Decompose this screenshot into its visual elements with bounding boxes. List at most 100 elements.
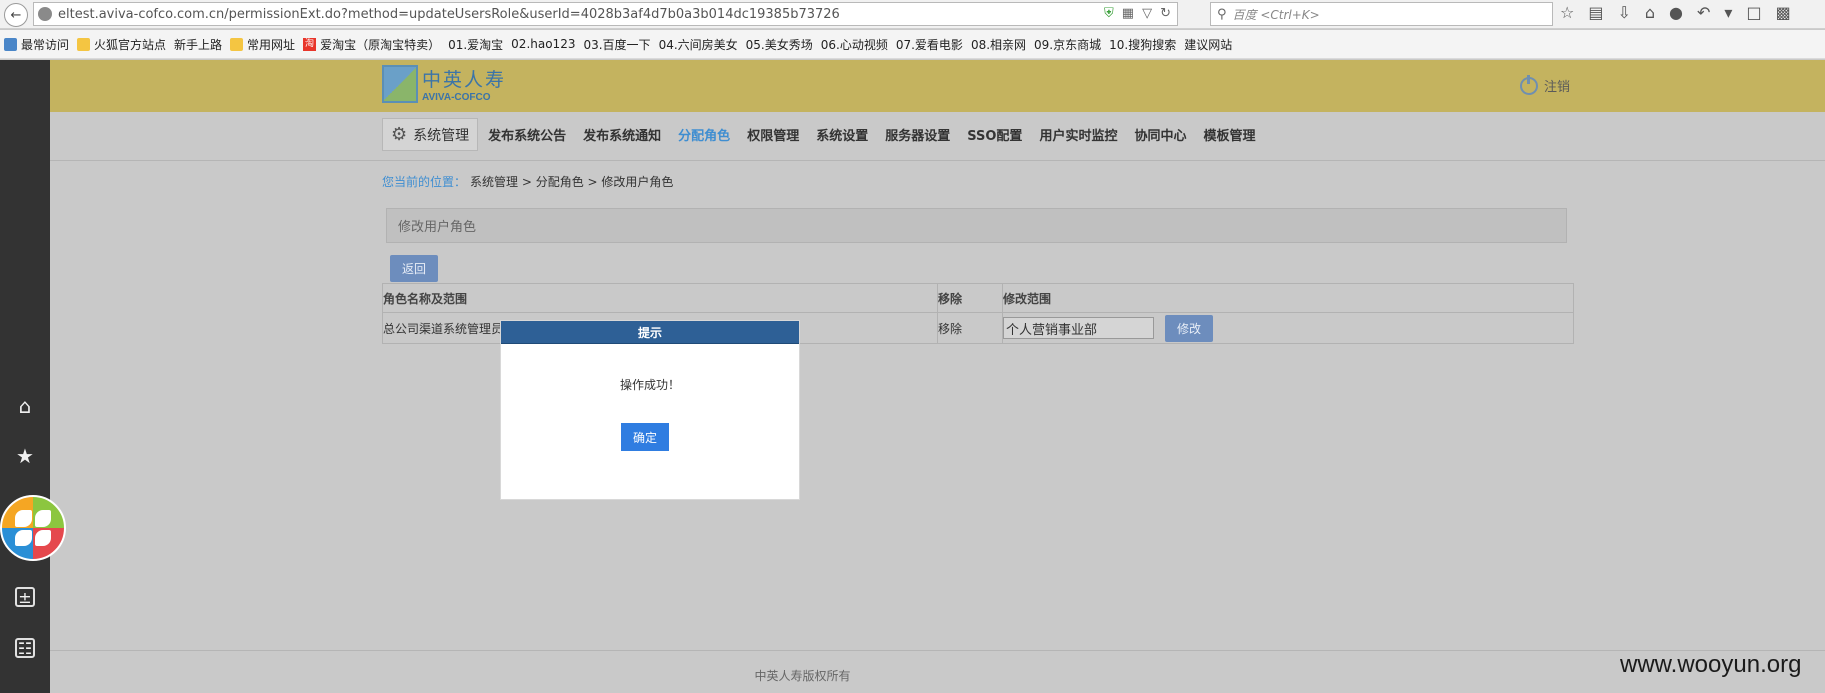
- clipboard-icon[interactable]: ▤: [1588, 3, 1603, 22]
- bookmark-item[interactable]: 最常访问: [4, 36, 69, 53]
- range-input[interactable]: [1003, 317, 1154, 339]
- watermark-text: www.wooyun.org: [1620, 651, 1802, 678]
- bookmark-label: 火狐官方站点: [94, 37, 167, 52]
- bookmark-item[interactable]: 09.京东商城: [50, 36, 1102, 103]
- menu-item[interactable]: 发布系统公告: [488, 125, 566, 144]
- bookmark-label: 01.爱淘宝: [448, 37, 504, 52]
- address-url: eltest.aviva-cofco.com.cn/permissionExt.…: [58, 6, 840, 22]
- brand-logo[interactable]: 中英人寿 AVIVA-COFCO: [382, 65, 506, 103]
- remove-link[interactable]: 移除: [938, 313, 1003, 343]
- logout-label: 注销: [1544, 80, 1571, 95]
- bookmark-item[interactable]: 建议网站: [50, 36, 1233, 103]
- bookmark-item[interactable]: 10.搜狗搜索: [50, 36, 1177, 103]
- bookmark-label: 03.百度一下: [583, 37, 651, 52]
- column-header-role: 角色名称及范围: [383, 284, 938, 312]
- dialog-title: 提示: [501, 321, 799, 344]
- menu-item[interactable]: 分配角色: [678, 125, 730, 144]
- browser-toolbar: ← eltest.aviva-cofco.com.cn/permissionEx…: [0, 0, 1825, 29]
- menu-dropdown-icon[interactable]: ▾: [1724, 3, 1732, 22]
- copyright-text: 中英人寿版权所有: [754, 669, 851, 683]
- menu-item[interactable]: 权限管理: [747, 125, 799, 144]
- alert-dialog: 提示 操作成功！ 确定: [500, 320, 800, 500]
- logout-button[interactable]: 注销: [1520, 74, 1571, 95]
- gear-icon: ⚙: [391, 124, 408, 145]
- bookmark-label: 04.六间房美女: [658, 37, 738, 52]
- chat-icon[interactable]: ●: [1669, 3, 1683, 22]
- calendar-icon[interactable]: ☷: [15, 638, 35, 658]
- column-header-remove: 移除: [938, 284, 1003, 312]
- star-icon[interactable]: ★: [13, 444, 37, 468]
- bookmark-label: 02.hao123: [511, 37, 576, 51]
- dialog-message: 操作成功！: [619, 378, 680, 392]
- flower-logo-icon[interactable]: [0, 495, 66, 561]
- bookmark-label: 09.京东商城: [1034, 37, 1102, 52]
- bookmark-item[interactable]: 04.六间房美女: [50, 36, 738, 103]
- menu-item[interactable]: 系统设置: [816, 125, 868, 144]
- confirm-button[interactable]: 确定: [621, 423, 669, 451]
- menu-item[interactable]: 服务器设置: [885, 125, 950, 144]
- site-header: 中英人寿 AVIVA-COFCO 注销: [50, 60, 1825, 112]
- bookmark-label: 10.搜狗搜索: [1109, 37, 1177, 52]
- download-icon[interactable]: ⇩: [1617, 3, 1630, 22]
- home-icon[interactable]: ⌂: [1645, 3, 1655, 22]
- breadcrumb-path: 系统管理 > 分配角色 > 修改用户角色: [470, 175, 674, 189]
- brand-name-cn: 中英人寿: [422, 69, 507, 91]
- search-placeholder: 百度 <Ctrl+K>: [1232, 7, 1320, 22]
- bookmark-item[interactable]: 新手上路: [50, 36, 223, 103]
- bookmark-label: 08.相亲网: [970, 37, 1027, 52]
- bookmark-item[interactable]: 淘爱淘宝（原淘宝特卖）: [303, 36, 440, 53]
- bookmark-item[interactable]: 常用网址: [230, 36, 295, 53]
- column-header-range: 修改范围: [1003, 291, 1052, 306]
- menu-item[interactable]: 发布系统通知: [583, 125, 661, 144]
- menu-item[interactable]: 协同中心: [1134, 125, 1186, 144]
- star-icon: [4, 37, 17, 51]
- bookmark-label: 最常访问: [21, 37, 70, 52]
- bookmark-item[interactable]: 火狐官方站点: [77, 36, 166, 53]
- bookmark-label: 新手上路: [174, 37, 223, 52]
- bookmark-label: 爱淘宝（原淘宝特卖）: [320, 37, 441, 52]
- breadcrumb: 您当前的位置： 系统管理 > 分配角色 > 修改用户角色: [382, 173, 673, 190]
- bookmark-item[interactable]: 02.hao123: [50, 37, 576, 103]
- bookmark-item[interactable]: 03.百度一下: [50, 36, 651, 103]
- bookmark-item[interactable]: 07.爱看电影: [50, 36, 963, 103]
- system-management-label: 系统管理: [413, 127, 470, 144]
- page-content: 中英人寿 AVIVA-COFCO 注销 ⚙ 系统管理 发布系统公告 发布系统通知分…: [50, 60, 1825, 693]
- bookmark-label: 05.美女秀场: [745, 37, 813, 52]
- bookmark-item[interactable]: 08.相亲网: [50, 36, 1027, 103]
- bookmark-item[interactable]: 05.美女秀场: [50, 36, 813, 103]
- home-icon[interactable]: ⌂: [13, 394, 37, 418]
- search-box[interactable]: ⚲ 百度 <Ctrl+K>: [1210, 2, 1553, 26]
- menu-item[interactable]: 模板管理: [1203, 125, 1255, 144]
- bookmark-label: 07.爱看电影: [895, 37, 963, 52]
- bookmark-label: 建议网站: [1184, 37, 1233, 52]
- address-bar[interactable]: eltest.aviva-cofco.com.cn/permissionExt.…: [33, 2, 1178, 26]
- bookmark-item[interactable]: 06.心动视频: [50, 36, 888, 103]
- bookmark-star-icon[interactable]: ☆: [1560, 3, 1574, 22]
- power-icon: [1520, 74, 1538, 95]
- dropdown-icon[interactable]: ▽: [1142, 6, 1152, 21]
- bookmarks-bar: 最常访问 火狐官方站点 新手上路 常用网址淘爱淘宝（原淘宝特卖） 01.爱淘宝 02.ha…: [0, 30, 1825, 103]
- bookmark-item[interactable]: 01.爱淘宝: [50, 36, 504, 103]
- undo-icon[interactable]: ↶: [1697, 3, 1710, 22]
- crop-icon[interactable]: □: [1746, 3, 1761, 22]
- more-icon[interactable]: ▩: [1776, 3, 1791, 22]
- breadcrumb-label: 您当前的位置：: [382, 175, 467, 189]
- divider: [50, 160, 1825, 161]
- qr-code-icon[interactable]: ▦: [1122, 6, 1134, 21]
- side-dock: ⌂ ★ ± ☷: [0, 60, 50, 693]
- bookmark-label: 06.心动视频: [820, 37, 888, 52]
- menu-item[interactable]: 用户实时监控: [1039, 125, 1117, 144]
- menu-item[interactable]: SSO配置: [967, 125, 1022, 144]
- calculator-icon[interactable]: ±: [15, 587, 35, 607]
- brand-name-en: AVIVA-COFCO: [422, 92, 491, 103]
- taobao-icon: 淘: [303, 37, 317, 51]
- system-management-button[interactable]: ⚙ 系统管理: [382, 118, 479, 151]
- folder-icon: [77, 37, 91, 51]
- aviva-logo-icon: [382, 65, 418, 103]
- table-header-row: 角色名称及范围 移除 修改范围: [383, 284, 1573, 313]
- back-arrow-icon[interactable]: ←: [4, 3, 28, 27]
- shield-icon[interactable]: ⛨: [1104, 6, 1114, 21]
- reload-icon[interactable]: ↻: [1160, 6, 1171, 21]
- back-button[interactable]: 返回: [390, 255, 438, 282]
- edit-range-button[interactable]: 修改: [1165, 314, 1213, 342]
